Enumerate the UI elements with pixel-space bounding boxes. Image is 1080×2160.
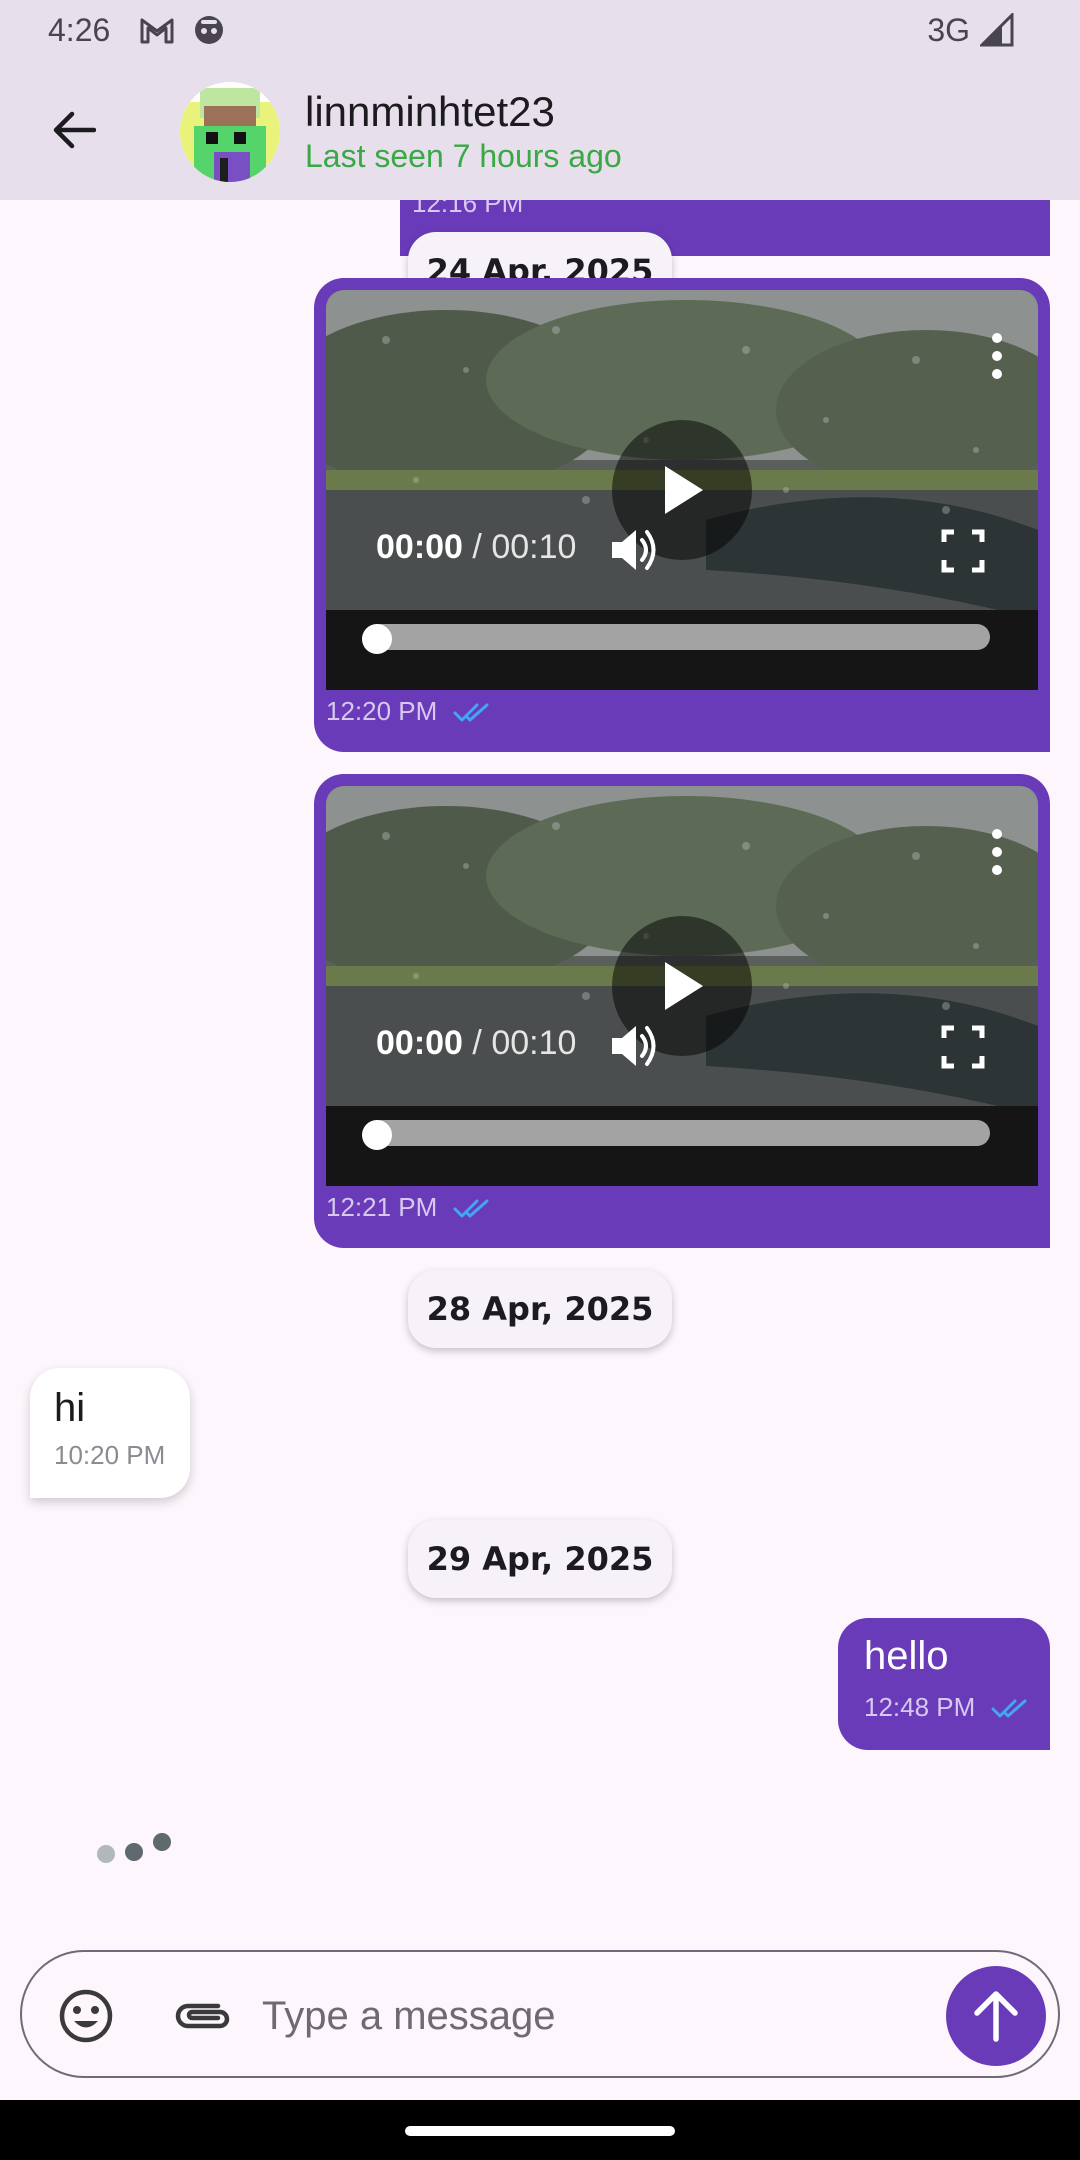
typing-indicator bbox=[97, 1833, 171, 1863]
message-text: hello bbox=[864, 1634, 949, 1678]
outgoing-message-bubble[interactable]: hello 12:48 PM bbox=[838, 1618, 1050, 1750]
video-progress-thumb[interactable] bbox=[362, 624, 392, 654]
more-options-button[interactable] bbox=[982, 326, 1012, 386]
video-time: 00:00 / 00:10 bbox=[376, 1024, 576, 1063]
incoming-message-bubble[interactable]: hi 10:20 PM bbox=[30, 1368, 190, 1498]
arrow-back-icon bbox=[53, 111, 96, 149]
message-time: 12:20 PM bbox=[326, 696, 438, 726]
video-current-time: 00:00 bbox=[376, 528, 463, 566]
message-text: hi bbox=[54, 1386, 86, 1430]
message-time: 12:16 PM bbox=[412, 200, 524, 218]
fullscreen-button[interactable] bbox=[938, 526, 988, 576]
emoji-button[interactable] bbox=[56, 1986, 116, 2046]
message-input[interactable] bbox=[262, 1978, 942, 2054]
message-meta: 12:21 PM bbox=[326, 1192, 493, 1223]
status-time: 4:26 bbox=[48, 11, 111, 48]
arrow-up-icon bbox=[974, 1991, 1018, 2042]
message-time: 10:20 PM bbox=[54, 1440, 166, 1470]
home-gesture-handle[interactable] bbox=[405, 2126, 675, 2136]
double-check-icon bbox=[453, 1199, 489, 1217]
video-progress-bar[interactable] bbox=[366, 624, 990, 650]
volume-button[interactable] bbox=[606, 1018, 662, 1074]
status-bar: 4:26 3G bbox=[0, 0, 1080, 60]
video-duration: 00:10 bbox=[491, 1024, 577, 1062]
video-message-bubble[interactable]: 00:00 / 00:10 12:20 PM bbox=[314, 278, 1050, 752]
volume-button[interactable] bbox=[606, 522, 662, 578]
message-meta: 12:20 PM bbox=[326, 696, 493, 727]
volume-up-icon bbox=[612, 1026, 656, 1066]
more-vert-icon bbox=[992, 333, 1002, 379]
play-icon bbox=[665, 466, 703, 514]
send-button[interactable] bbox=[946, 1966, 1046, 2066]
video-duration: 00:10 bbox=[491, 528, 577, 566]
fullscreen-icon bbox=[941, 1025, 985, 1069]
emoji-icon bbox=[59, 1989, 113, 2043]
double-check-icon bbox=[991, 1699, 1027, 1717]
volume-up-icon bbox=[612, 530, 656, 570]
video-message-bubble[interactable]: 00:00 / 00:10 12:21 PM bbox=[314, 774, 1050, 1248]
chat-header: linnminhtet23 Last seen 7 hours ago bbox=[0, 60, 1080, 200]
video-current-time: 00:00 bbox=[376, 1024, 463, 1062]
video-progress-bar[interactable] bbox=[366, 1120, 990, 1146]
video-time-separator: / bbox=[462, 1024, 492, 1062]
video-progress-thumb[interactable] bbox=[362, 1120, 392, 1150]
signal-icon bbox=[980, 13, 1014, 47]
fullscreen-button[interactable] bbox=[938, 1022, 988, 1072]
avatar[interactable] bbox=[180, 82, 280, 182]
network-type: 3G bbox=[927, 11, 970, 48]
video-time: 00:00 / 00:10 bbox=[376, 528, 576, 567]
fullscreen-icon bbox=[941, 529, 985, 573]
attach-button[interactable] bbox=[172, 1988, 232, 2044]
android-notification-icon bbox=[192, 13, 226, 47]
more-vert-icon bbox=[992, 829, 1002, 875]
message-time: 12:21 PM bbox=[326, 1192, 438, 1222]
message-time: 12:48 PM bbox=[864, 1692, 976, 1722]
message-meta: 12:48 PM bbox=[864, 1692, 1031, 1723]
video-player[interactable]: 00:00 / 00:10 bbox=[326, 786, 1038, 1186]
date-separator: 28 Apr, 2025 bbox=[408, 1270, 672, 1348]
gmail-icon bbox=[140, 13, 174, 47]
message-composer bbox=[20, 1950, 1060, 2078]
back-button[interactable] bbox=[44, 100, 104, 160]
date-separator: 29 Apr, 2025 bbox=[408, 1520, 672, 1598]
last-seen-status: Last seen 7 hours ago bbox=[305, 138, 622, 174]
more-options-button[interactable] bbox=[982, 822, 1012, 882]
double-check-icon bbox=[453, 703, 489, 721]
video-time-separator: / bbox=[462, 528, 492, 566]
paperclip-icon bbox=[175, 2003, 230, 2029]
video-player[interactable]: 00:00 / 00:10 bbox=[326, 290, 1038, 690]
contact-name[interactable]: linnminhtet23 bbox=[305, 88, 555, 136]
play-icon bbox=[665, 962, 703, 1010]
